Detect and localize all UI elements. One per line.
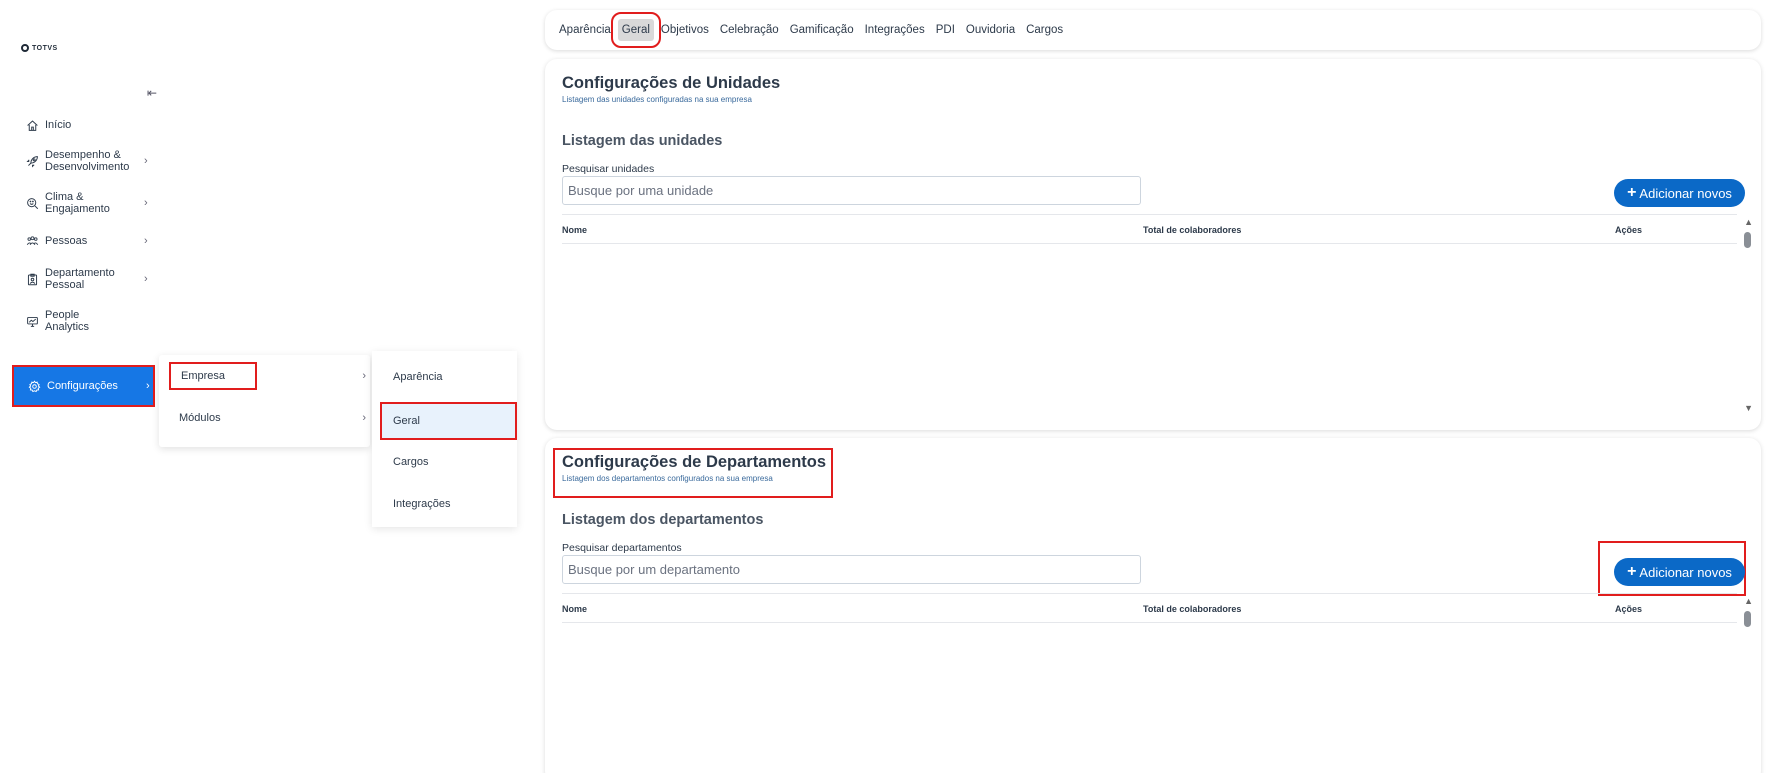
tab-ouvidoria[interactable]: Ouvidoria xyxy=(962,19,1019,41)
people-icon xyxy=(24,233,40,249)
scroll-up-icon[interactable]: ▲ xyxy=(1744,596,1753,606)
settings-tabs: Aparência Geral Objetivos Celebração Gam… xyxy=(545,10,1761,50)
logo-text: TOTVS xyxy=(32,44,58,52)
units-title: Configurações de Unidades xyxy=(562,74,781,92)
rocket-icon xyxy=(24,153,40,169)
sidebar-item-label: Início xyxy=(45,119,72,131)
sidebar-item-label: Configurações xyxy=(47,380,118,392)
chevron-right-icon: › xyxy=(144,197,148,209)
sidebar-item-departamento-pessoal[interactable]: Departamento Pessoal › xyxy=(12,265,155,293)
add-department-label: Adicionar novos xyxy=(1639,564,1732,580)
tab-geral[interactable]: Geral xyxy=(610,12,661,48)
add-department-button[interactable]: + Adicionar novos xyxy=(1614,558,1745,586)
analytics-icon xyxy=(24,313,40,329)
column-header-acoes: Ações xyxy=(1615,225,1643,235)
units-table-header: Nome Total de colaboradores Ações xyxy=(562,214,1737,244)
units-card: Configurações de Unidades Listagem das u… xyxy=(545,59,1761,430)
submenu-configuracoes: Empresa › Módulos › xyxy=(159,355,370,447)
sidebar-item-desempenho[interactable]: Desempenho & Desenvolvimento › xyxy=(12,147,155,175)
submenu-item-integracoes[interactable]: Integrações xyxy=(372,485,517,523)
plus-icon: + xyxy=(1627,563,1637,580)
tab-gamificacao[interactable]: Gamificação xyxy=(786,19,858,41)
departments-table-header: Nome Total de colaboradores Ações xyxy=(562,593,1737,623)
sidebar-item-configuracoes[interactable]: Configurações › xyxy=(12,365,155,407)
scroll-up-icon[interactable]: ▲ xyxy=(1744,217,1753,227)
departments-scrollbar[interactable] xyxy=(1744,611,1751,627)
add-unit-button[interactable]: + Adicionar novos xyxy=(1614,179,1745,207)
plus-icon: + xyxy=(1627,184,1637,201)
scroll-down-icon[interactable]: ▼ xyxy=(1744,403,1753,413)
column-header-nome: Nome xyxy=(562,604,588,614)
sidebar-item-label: Desempenho & Desenvolvimento xyxy=(45,149,130,173)
submenu-item-label: Geral xyxy=(393,415,420,427)
chevron-right-icon: › xyxy=(144,273,148,285)
badge-icon xyxy=(24,271,40,287)
departments-search-input[interactable] xyxy=(562,555,1141,584)
tab-pdi[interactable]: PDI xyxy=(932,19,959,41)
departments-title: Configurações de Departamentos xyxy=(562,453,827,471)
sidebar-item-clima[interactable]: Clima & Engajamento › xyxy=(12,189,155,217)
search-emotion-icon xyxy=(24,195,40,211)
submenu-empresa: Aparência Geral Cargos Integrações xyxy=(372,351,517,527)
sidebar-item-label: Clima & Engajamento xyxy=(45,191,110,215)
sidebar-item-people-analytics[interactable]: People Analytics xyxy=(12,307,155,335)
units-subtitle: Listagem das unidades configuradas na su… xyxy=(562,95,752,104)
sidebar-item-label: People Analytics xyxy=(45,309,90,333)
chevron-right-icon: › xyxy=(362,370,366,382)
column-header-total: Total de colaboradores xyxy=(1143,225,1242,235)
submenu-item-label: Aparência xyxy=(393,371,443,383)
logo-mark-icon xyxy=(21,44,29,52)
gear-icon xyxy=(26,378,42,394)
column-header-acoes: Ações xyxy=(1615,604,1643,614)
units-search-label: Pesquisar unidades xyxy=(562,163,655,175)
sidebar-item-label: Departamento Pessoal xyxy=(45,267,115,291)
chevron-right-icon: › xyxy=(144,235,148,247)
submenu-item-modulos[interactable]: Módulos › xyxy=(159,399,370,437)
submenu-item-cargos[interactable]: Cargos xyxy=(372,443,517,481)
chevron-right-icon: › xyxy=(146,380,150,392)
sidebar-item-label: Pessoas xyxy=(45,235,88,247)
submenu-item-geral[interactable]: Geral xyxy=(380,402,517,440)
submenu-item-label: Empresa xyxy=(169,362,258,390)
column-header-nome: Nome xyxy=(562,225,588,235)
departments-search-label: Pesquisar departamentos xyxy=(562,542,682,554)
departments-card: Configurações de Departamentos Listagem … xyxy=(545,438,1761,773)
submenu-item-label: Integrações xyxy=(393,498,451,510)
departments-subtitle: Listagem dos departamentos configurados … xyxy=(562,474,773,483)
collapse-left-icon[interactable]: ⇤ xyxy=(147,86,157,100)
tab-aparencia[interactable]: Aparência xyxy=(555,19,615,41)
units-section-title: Listagem das unidades xyxy=(562,133,723,149)
chevron-right-icon: › xyxy=(362,412,366,424)
sidebar-item-inicio[interactable]: Início xyxy=(12,115,155,135)
submenu-item-aparencia[interactable]: Aparência xyxy=(372,358,517,396)
totvs-logo: TOTVS xyxy=(21,44,58,52)
tab-integracoes[interactable]: Integrações xyxy=(861,19,929,41)
units-search-input[interactable] xyxy=(562,176,1141,205)
tab-celebracao[interactable]: Celebração xyxy=(716,19,783,41)
home-icon xyxy=(24,117,40,133)
departments-section-title: Listagem dos departamentos xyxy=(562,512,764,528)
column-header-total: Total de colaboradores xyxy=(1143,604,1242,614)
tab-objetivos[interactable]: Objetivos xyxy=(657,19,713,41)
submenu-item-label: Módulos xyxy=(179,412,221,424)
add-unit-label: Adicionar novos xyxy=(1639,185,1732,201)
sidebar-item-pessoas[interactable]: Pessoas › xyxy=(12,231,155,251)
chevron-right-icon: › xyxy=(144,155,148,167)
units-scrollbar[interactable] xyxy=(1744,232,1751,248)
tab-cargos[interactable]: Cargos xyxy=(1022,19,1067,41)
submenu-item-empresa[interactable]: Empresa › xyxy=(159,357,370,395)
submenu-item-label: Cargos xyxy=(393,456,429,468)
